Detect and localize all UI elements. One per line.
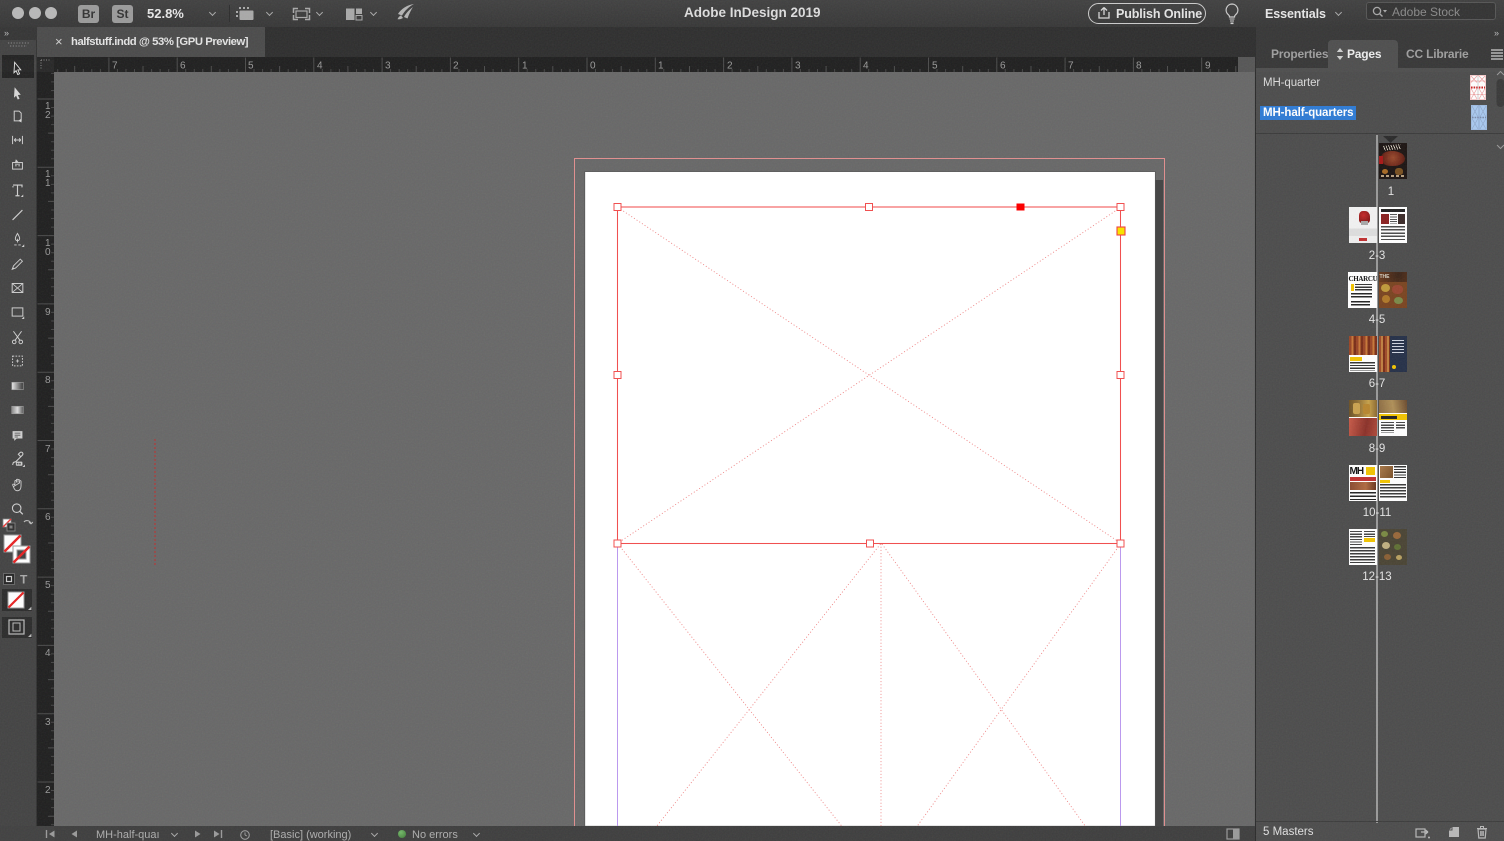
svg-text:T: T [20,573,28,587]
svg-text:7: 7 [112,61,118,72]
svg-text:5: 5 [45,580,51,591]
svg-text:2: 2 [45,110,51,121]
svg-text:8: 8 [45,375,51,386]
svg-text:1: 1 [45,178,51,189]
svg-text:2: 2 [727,61,733,72]
svg-text:0: 0 [590,61,596,72]
svg-text:»: » [4,28,9,38]
svg-text:3: 3 [385,61,391,72]
svg-text:7: 7 [1068,61,1074,72]
svg-text:3: 3 [795,61,801,72]
svg-text:3: 3 [45,717,51,728]
svg-text:4: 4 [45,648,51,659]
svg-text:8: 8 [1136,61,1142,72]
svg-text:1: 1 [522,61,528,72]
svg-text:7: 7 [45,444,51,455]
svg-text:1: 1 [658,61,664,72]
svg-text:9: 9 [45,307,51,318]
svg-text:5: 5 [932,61,938,72]
svg-text:5: 5 [248,61,254,72]
svg-text:4: 4 [317,61,323,72]
svg-text:6: 6 [45,512,51,523]
svg-text:2: 2 [453,61,459,72]
svg-text:6: 6 [1000,61,1006,72]
svg-text:0: 0 [45,247,51,258]
svg-text:9: 9 [1205,61,1211,72]
svg-text:4: 4 [863,61,869,72]
svg-text:6: 6 [180,61,186,72]
svg-text:2: 2 [45,785,51,796]
